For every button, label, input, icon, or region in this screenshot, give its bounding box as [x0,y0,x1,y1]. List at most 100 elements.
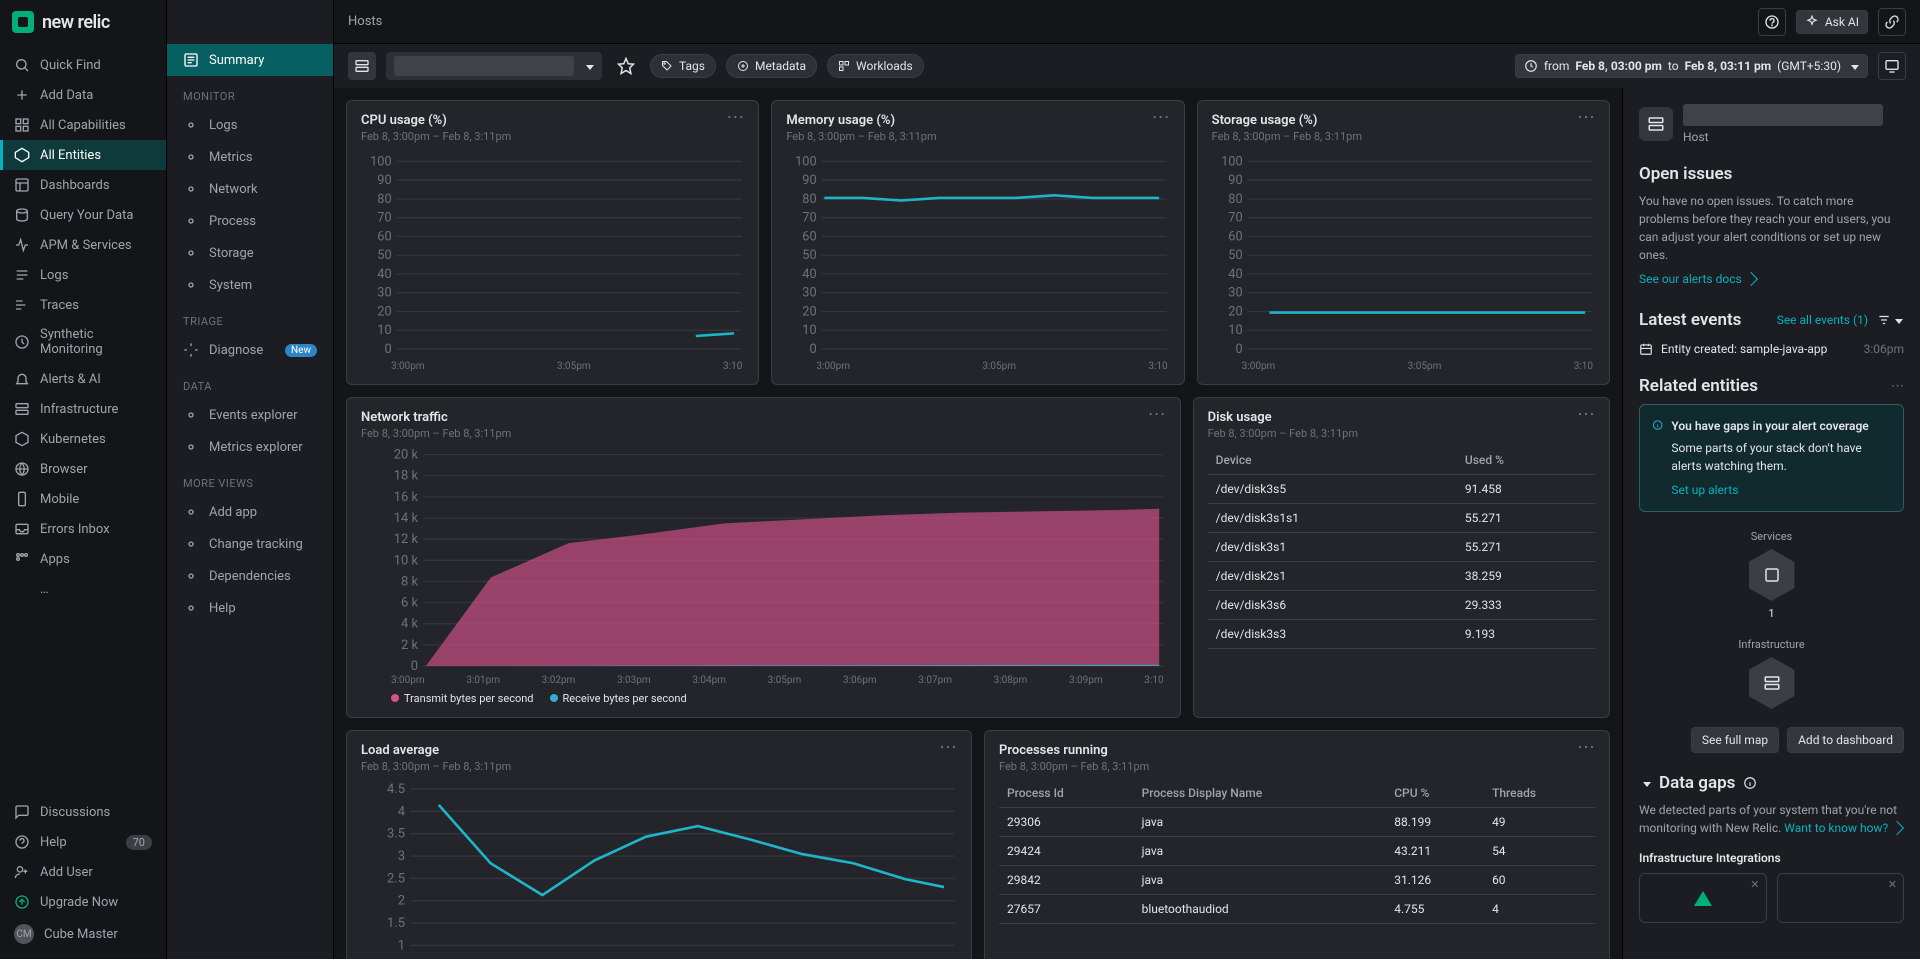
card-menu-button[interactable]: ⋯ [1577,743,1595,753]
tags-button[interactable]: Tags [650,54,716,78]
table-row[interactable]: /dev/disk2s138.259 [1208,562,1595,591]
nav-help[interactable]: Help70 [0,827,166,857]
nav-mobile[interactable]: Mobile [0,484,166,514]
integration-card[interactable]: ✕ [1777,873,1905,923]
integration-card[interactable]: ✕ [1639,873,1767,923]
nav-alerts[interactable]: Alerts & AI [0,364,166,394]
table-header[interactable]: Threads [1484,779,1595,808]
setup-alerts-link[interactable]: Set up alerts [1671,481,1738,499]
nav-errors[interactable]: Errors Inbox [0,514,166,544]
host-picker[interactable] [386,52,602,80]
see-full-map-button[interactable]: See full map [1691,727,1779,753]
storage-chart[interactable]: 1009080706050403020100 [1212,151,1595,359]
nav-upgrade[interactable]: Upgrade Now [0,887,166,917]
nav-query[interactable]: Query Your Data [0,200,166,230]
event-row[interactable]: Entity created: sample-java-app 3:06pm [1639,342,1904,356]
nav-dashboards[interactable]: Dashboards [0,170,166,200]
favorite-button[interactable] [612,52,640,80]
nav-apm[interactable]: APM & Services [0,230,166,260]
table-row[interactable]: /dev/disk3s1s155.271 [1208,504,1595,533]
data-gaps-toggle[interactable]: Data gaps [1639,773,1904,793]
table-row[interactable]: /dev/disk3s629.333 [1208,591,1595,620]
table-header[interactable]: CPU % [1386,779,1484,808]
card-subtitle: Feb 8, 3:00pm – Feb 8, 3:11pm [786,130,936,143]
see-all-events-link[interactable]: See all events (1) [1777,313,1868,327]
ask-ai-button[interactable]: Ask AI [1796,10,1868,34]
subnav-more-item[interactable]: Help [167,592,333,624]
network-chart[interactable]: 20 k18 k16 k14 k12 k10 k8 k6 k4 k2 k0 [361,448,1166,673]
want-know-link[interactable]: Want to know how? [1784,819,1902,837]
nav-discussions[interactable]: Discussions [0,797,166,827]
card-menu-button[interactable]: ⋯ [1577,113,1595,123]
subnav-monitor-item[interactable]: Logs [167,109,333,141]
subnav-data-item[interactable]: Metrics explorer [167,431,333,463]
hex-icon [1749,657,1795,709]
nav-apps[interactable]: Apps [0,544,166,574]
table-row[interactable]: /dev/disk3s591.458 [1208,475,1595,504]
svg-text:1.5: 1.5 [387,916,405,931]
subnav-data-item[interactable]: Events explorer [167,399,333,431]
close-icon[interactable]: ✕ [1888,878,1897,891]
nav-all-capabilities[interactable]: All Capabilities [0,110,166,140]
card-menu-button[interactable]: ⋯ [939,743,957,753]
related-menu-button[interactable]: ⋯ [1891,379,1904,394]
tv-mode-button[interactable] [1878,52,1906,80]
subnav-diagnose[interactable]: DiagnoseNew [167,334,333,366]
table-row[interactable]: /dev/disk3s155.271 [1208,533,1595,562]
table-header[interactable]: Process Display Name [1134,779,1387,808]
alerts-docs-link[interactable]: See our alerts docs [1639,272,1904,286]
subnav-more-item[interactable]: Dependencies [167,560,333,592]
workloads-button[interactable]: Workloads [827,54,924,78]
table-header[interactable]: Process Id [999,779,1134,808]
help-button[interactable] [1758,8,1786,36]
nav-more[interactable]: … [0,574,166,604]
nav-traces[interactable]: Traces [0,290,166,320]
subnav-more-item[interactable]: Change tracking [167,528,333,560]
process-table[interactable]: Process IdProcess Display NameCPU %Threa… [999,779,1595,924]
infra-node[interactable]: Infrastructure [1738,638,1804,709]
subnav-summary[interactable]: Summary [167,44,333,76]
nav-all-entities[interactable]: All Entities [0,140,166,170]
nav-browser[interactable]: Browser [0,454,166,484]
table-row[interactable]: /dev/disk3s39.193 [1208,620,1595,649]
card-menu-button[interactable]: ⋯ [1152,113,1170,123]
table-row[interactable]: 27657bluetoothaudiod4.7554 [999,895,1595,924]
card-menu-button[interactable]: ⋯ [726,113,744,123]
memory-chart[interactable]: 1009080706050403020100 [786,151,1169,359]
share-button[interactable] [1878,8,1906,36]
table-row[interactable]: 29306java88.19949 [999,808,1595,837]
card-subtitle: Feb 8, 3:00pm – Feb 8, 3:11pm [361,427,511,440]
events-filter-button[interactable] [1876,306,1904,334]
nav-user[interactable]: CMCube Master [0,917,166,951]
breadcrumb[interactable]: Hosts [348,14,382,29]
card-menu-button[interactable]: ⋯ [1577,410,1595,420]
cpu-chart[interactable]: 1009080706050403020100 [361,151,744,359]
nav-synthetic[interactable]: Synthetic Monitoring [0,320,166,364]
table-row[interactable]: 29842java31.12660 [999,866,1595,895]
card-menu-button[interactable]: ⋯ [1148,410,1166,420]
add-to-dashboard-button[interactable]: Add to dashboard [1787,727,1904,753]
subnav-monitor-item[interactable]: Process [167,205,333,237]
subnav-monitor-item[interactable]: Network [167,173,333,205]
subnav-more-item[interactable]: Add app [167,496,333,528]
brand-logo[interactable]: new relic [0,0,166,44]
subnav-monitor-item[interactable]: Storage [167,237,333,269]
table-row[interactable]: 29424java43.21154 [999,837,1595,866]
nav-infrastructure[interactable]: Infrastructure [0,394,166,424]
table-header[interactable]: Device [1208,446,1457,475]
nav-logs[interactable]: Logs [0,260,166,290]
nav-add-user[interactable]: Add User [0,857,166,887]
subnav-monitor-item[interactable]: System [167,269,333,301]
close-icon[interactable]: ✕ [1750,878,1759,891]
table-header[interactable]: Used % [1457,446,1595,475]
load-chart[interactable]: 4.543.532.521.51 [361,781,957,953]
subnav-monitor-item[interactable]: Metrics [167,141,333,173]
nav-add-data[interactable]: Add Data [0,80,166,110]
metadata-button[interactable]: Metadata [726,54,817,78]
time-range-picker[interactable]: from Feb 8, 03:00 pm to Feb 8, 03:11 pm … [1515,54,1868,78]
generic-icon [183,536,199,552]
services-node[interactable]: Services 1 [1749,530,1795,620]
nav-kubernetes[interactable]: Kubernetes [0,424,166,454]
nav-quick-find[interactable]: Quick Find [0,50,166,80]
disk-table[interactable]: DeviceUsed % /dev/disk3s591.458/dev/disk… [1208,446,1595,649]
